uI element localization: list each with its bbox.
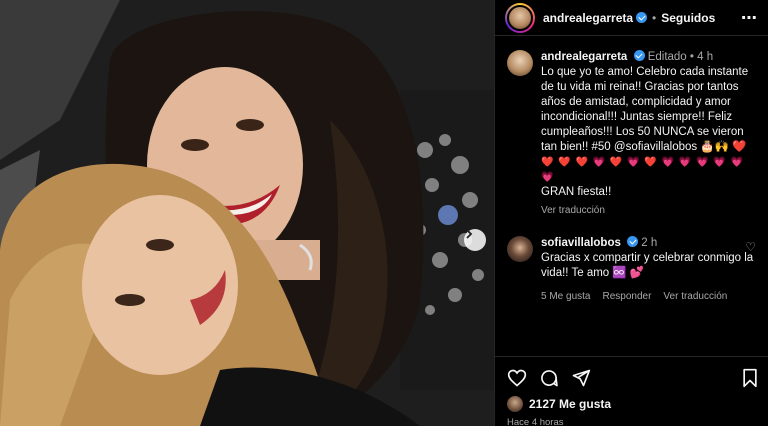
following-button[interactable]: Seguidos (661, 11, 715, 25)
caption-translate-link[interactable]: Ver traducción (541, 203, 755, 218)
caption-dot: • (689, 51, 694, 63)
reply-button[interactable]: Responder (602, 289, 651, 304)
like-comment-heart-icon[interactable]: ♡ (745, 240, 756, 254)
comments-section: andrealegarreta Editado • 4 h Lo que yo … (495, 36, 768, 304)
reply-text: Gracias x compartir y celebrar conmigo l… (541, 252, 754, 279)
chevron-right-icon (466, 229, 473, 239)
reply-avatar[interactable] (507, 236, 533, 262)
likes-summary[interactable]: 2127 Me gusta (507, 396, 759, 412)
post-header: andrealegarreta • Seguidos ⋯ (495, 0, 768, 36)
caption-emojis: ❤️ ❤️ ❤️ 💗 ❤️ 💗 ❤️ 💗 💗 💗 💗 💗 💗 (541, 157, 744, 183)
reply-translate-link[interactable]: Ver traducción (663, 289, 727, 304)
caption-comment: andrealegarreta Editado • 4 h Lo que yo … (507, 50, 758, 218)
caption-edited: Editado (647, 51, 687, 63)
caption-avatar[interactable] (507, 50, 533, 76)
reply-actions: 5 Me gusta Responder Ver traducción (541, 289, 755, 304)
author-avatar[interactable] (505, 2, 535, 33)
post-time-ago: Hace 4 horas (507, 417, 564, 426)
caption-username[interactable]: andrealegarreta (541, 51, 627, 63)
caption-time: 4 h (697, 51, 714, 63)
caption-tail: GRAN fiesta!! (541, 186, 612, 198)
caption-text: Lo que yo te amo! Celebro cada instante … (541, 66, 749, 153)
share-send-icon[interactable] (571, 368, 591, 388)
more-options-icon[interactable]: ⋯ (741, 8, 758, 28)
verified-badge-icon (633, 50, 645, 61)
like-heart-icon[interactable] (507, 368, 527, 388)
selfie-image (0, 0, 494, 426)
reply-time: 2 h (641, 237, 658, 249)
verified-badge-icon (627, 236, 639, 247)
post-photo[interactable] (0, 0, 494, 426)
separator-dot: • (652, 10, 657, 25)
post-side-panel: andrealegarreta • Seguidos ⋯ andrealegar… (494, 0, 768, 426)
post-actions-bar: 2127 Me gusta Hace 4 horas (495, 356, 768, 426)
comment-bubble-icon[interactable] (539, 368, 559, 388)
reply-comment: sofiavillalobos 2 h Gracias x compartir … (507, 236, 758, 304)
likes-count[interactable]: 2127 Me gusta (529, 397, 611, 411)
author-username[interactable]: andrealegarreta (543, 11, 633, 25)
reply-likes[interactable]: 5 Me gusta (541, 289, 590, 304)
liker-avatar (507, 396, 523, 412)
verified-badge-icon (636, 12, 648, 23)
save-bookmark-icon[interactable] (741, 368, 759, 388)
next-photo-button[interactable] (464, 229, 486, 251)
reply-username[interactable]: sofiavillalobos (541, 237, 621, 249)
